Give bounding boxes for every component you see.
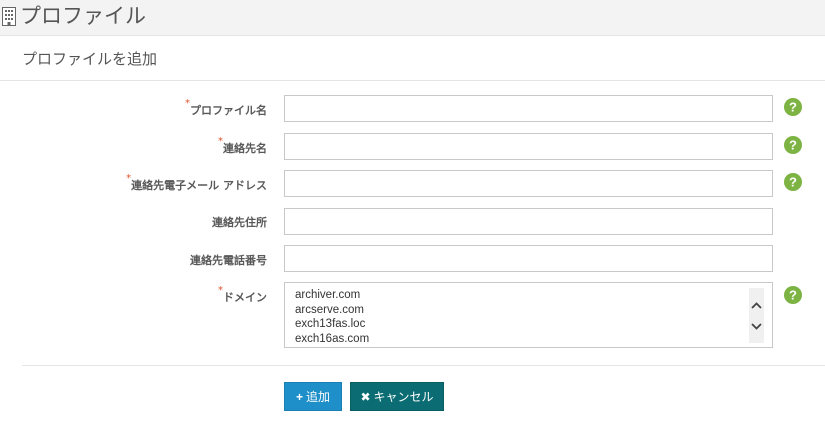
- close-icon: ✖: [360, 390, 371, 404]
- contact-email-input[interactable]: [284, 170, 773, 197]
- help-icon[interactable]: ?: [784, 286, 802, 304]
- cancel-button-label: キャンセル: [373, 390, 434, 404]
- contact-phone-label: 連絡先電話番号: [190, 254, 267, 267]
- divider: [22, 365, 825, 366]
- domain-option[interactable]: exch13fas.loc: [295, 317, 772, 332]
- profile-name-label: *プロファイル名: [185, 98, 267, 117]
- contact-phone-input[interactable]: [284, 245, 773, 272]
- domain-listbox[interactable]: archiver.com arcserve.com exch13fas.loc …: [284, 282, 773, 348]
- chevron-down-icon[interactable]: [749, 318, 764, 334]
- page-header: プロファイル: [0, 0, 825, 34]
- contact-address-input[interactable]: [284, 208, 773, 235]
- required-marker: *: [126, 173, 132, 184]
- required-marker: *: [218, 136, 223, 147]
- plus-icon: +: [295, 390, 303, 404]
- contact-name-label: *連絡先名: [218, 136, 267, 155]
- svg-text:?: ?: [789, 175, 797, 190]
- domain-label: *ドメイン: [218, 285, 267, 304]
- divider: [0, 80, 825, 81]
- svg-text:?: ?: [789, 100, 797, 115]
- panel-title: プロファイルを追加: [22, 50, 158, 68]
- profile-name-input[interactable]: [284, 95, 773, 122]
- domain-list: archiver.com arcserve.com exch13fas.loc …: [285, 283, 772, 346]
- domain-option[interactable]: arcserve.com: [295, 303, 772, 318]
- domain-option[interactable]: exch16as.com: [295, 332, 772, 347]
- domain-option[interactable]: archiver.com: [295, 288, 772, 303]
- chevron-up-icon[interactable]: [749, 298, 764, 314]
- required-marker: *: [185, 98, 190, 109]
- contact-address-label: 連絡先住所: [212, 216, 267, 229]
- required-marker: *: [218, 285, 223, 296]
- add-button[interactable]: + 追加: [284, 382, 342, 411]
- svg-text:?: ?: [789, 288, 797, 303]
- contact-email-label: *連絡先電子メール アドレス: [126, 173, 267, 192]
- help-icon[interactable]: ?: [784, 173, 802, 191]
- help-icon[interactable]: ?: [784, 136, 802, 154]
- help-icon[interactable]: ?: [784, 98, 802, 116]
- building-icon: [2, 7, 16, 26]
- scrollbar[interactable]: [749, 288, 764, 343]
- cancel-button[interactable]: ✖ キャンセル: [350, 382, 444, 411]
- add-button-label: 追加: [306, 390, 331, 404]
- svg-text:?: ?: [789, 138, 797, 153]
- add-profile-panel: プロファイルを追加 *プロファイル名 ? *連絡先名 ? *連絡先電子メール ア…: [0, 35, 825, 442]
- contact-name-input[interactable]: [284, 133, 773, 160]
- page-title: プロファイル: [20, 4, 146, 28]
